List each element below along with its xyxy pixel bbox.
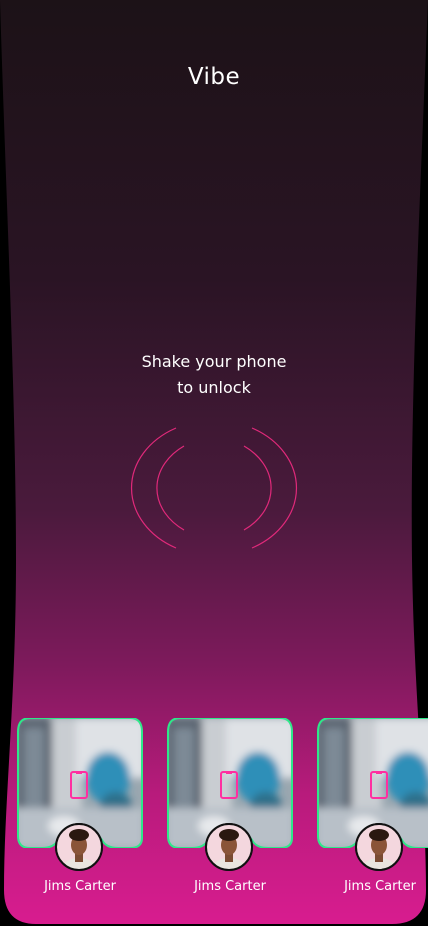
shake-rings-icon xyxy=(130,427,298,549)
avatar xyxy=(55,823,103,871)
contact-cards-row: Jims Carter Jims Carter Jims Carter xyxy=(0,716,428,906)
contact-card[interactable]: Jims Carter xyxy=(166,716,296,896)
shake-prompt: Shake your phone to unlock xyxy=(0,349,428,401)
contact-name: Jims Carter xyxy=(44,879,116,894)
contact-name: Jims Carter xyxy=(344,879,416,894)
avatar xyxy=(205,823,253,871)
shake-prompt-line1: Shake your phone xyxy=(141,352,287,371)
contact-card[interactable]: Jims Carter xyxy=(316,716,428,896)
contact-name: Jims Carter xyxy=(194,879,266,894)
unlock-screen: Vibe Shake your phone to unlock Jims Car… xyxy=(0,0,428,926)
contact-card[interactable]: Jims Carter xyxy=(16,716,146,896)
app-title: Vibe xyxy=(187,64,241,90)
avatar xyxy=(355,823,403,871)
shake-prompt-line2: to unlock xyxy=(177,378,251,397)
